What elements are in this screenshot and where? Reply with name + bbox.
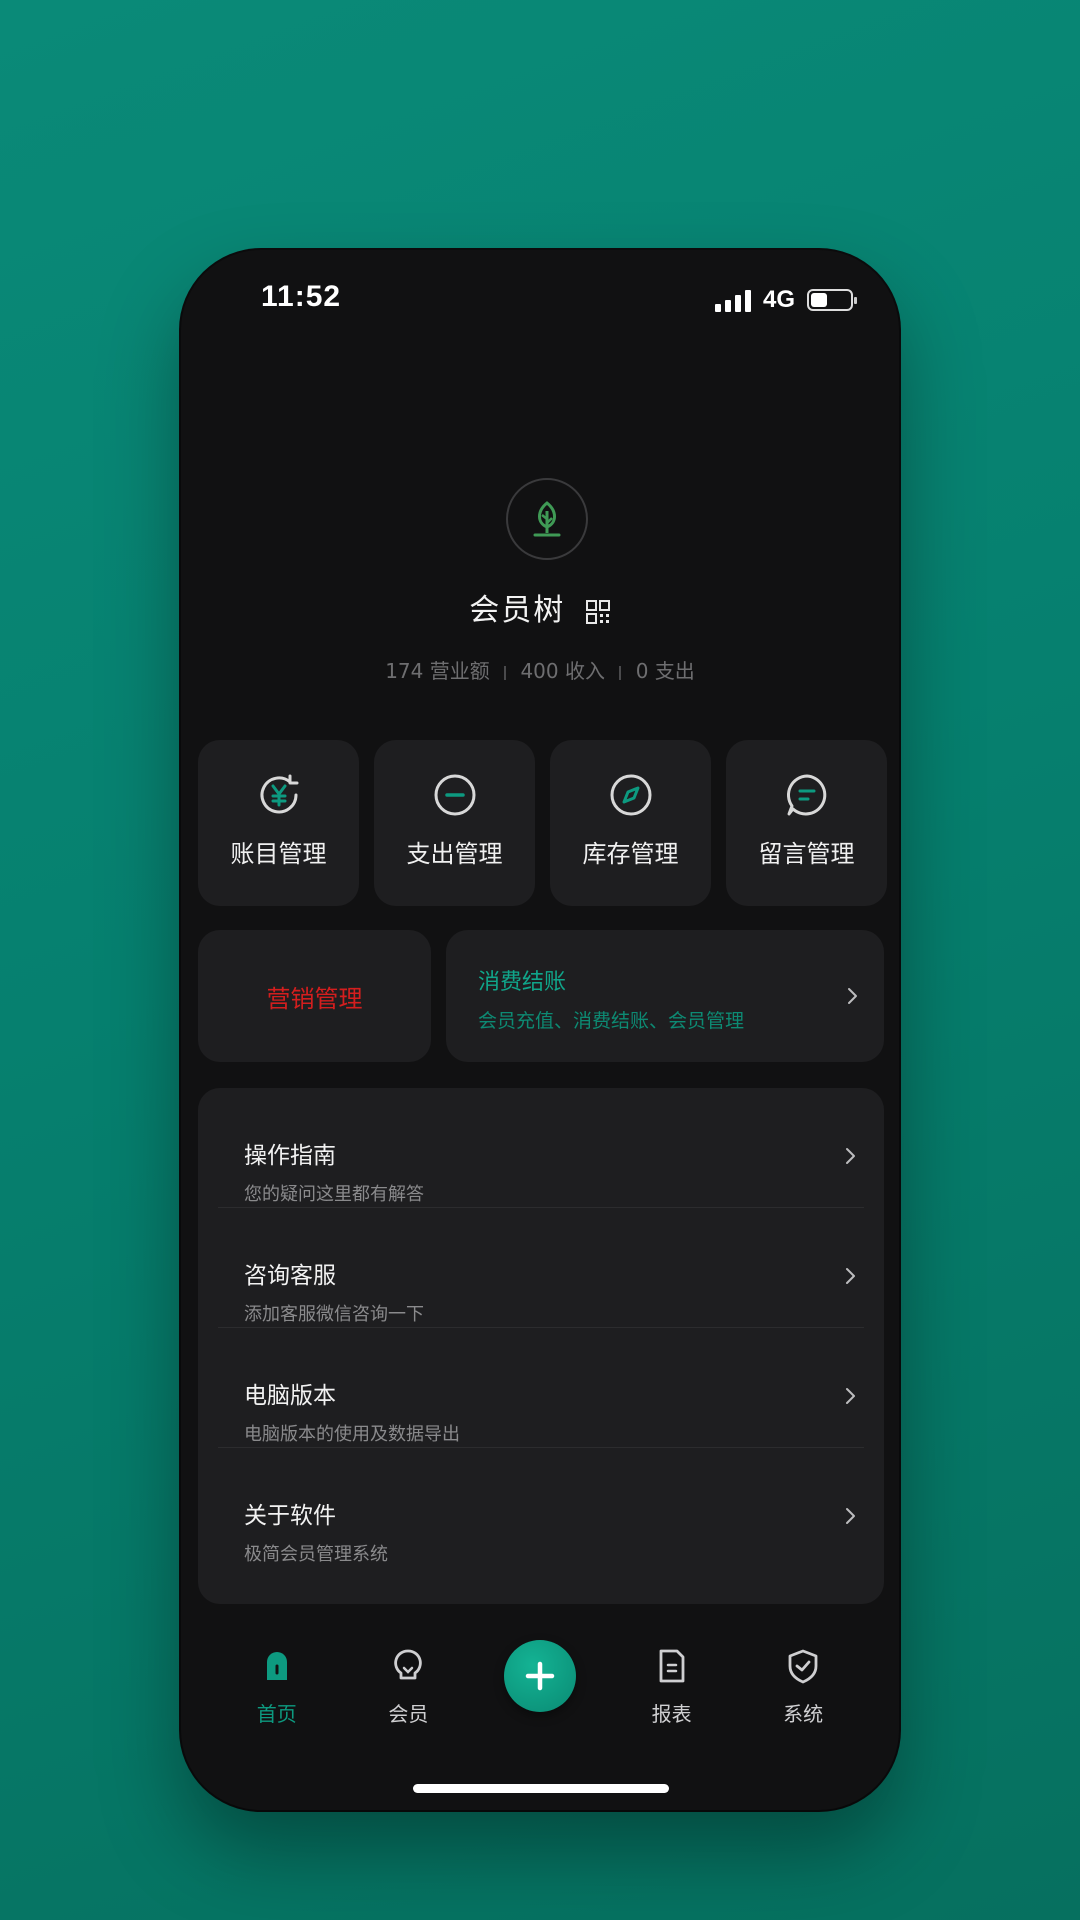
- battery-icon: [807, 289, 857, 311]
- tab-label: 系统: [783, 1702, 824, 1726]
- status-indicators: 4G: [714, 286, 857, 314]
- stat-revenue-value: 174: [385, 659, 424, 683]
- signal-icon: [714, 288, 751, 312]
- app-logo: [506, 478, 588, 560]
- feature-grid: 账目管理 支出管理 库存管理 留言管理: [198, 740, 887, 906]
- yuan-refresh-icon: [260, 774, 298, 814]
- network-type: 4G: [762, 286, 795, 313]
- minus-circle-icon: [434, 774, 475, 816]
- checkout-title: 消费结账: [478, 970, 567, 995]
- shield-check-icon: [788, 1649, 818, 1684]
- chevron-right-icon: [846, 1388, 855, 1404]
- list-item-subtitle: 电脑版本的使用及数据导出: [244, 1424, 460, 1445]
- stat-expense-label: 支出: [654, 659, 695, 683]
- stat-expense-value: 0: [635, 659, 649, 683]
- list-item-desktop[interactable]: 电脑版本 电脑版本的使用及数据导出: [218, 1328, 864, 1448]
- add-button[interactable]: [503, 1640, 576, 1712]
- document-icon: [659, 1649, 684, 1683]
- chevron-right-icon: [846, 1148, 855, 1164]
- list-item-subtitle: 您的疑问这里都有解答: [244, 1184, 424, 1205]
- stat-income-label: 收入: [565, 659, 605, 683]
- list-item-title: 咨询客服: [244, 1263, 336, 1289]
- divider: [504, 665, 507, 680]
- compass-icon: [610, 774, 651, 816]
- settings-list: 操作指南 您的疑问这里都有解答 咨询客服 添加客服微信咨询一下 电脑版本 电脑版…: [198, 1088, 884, 1604]
- list-item-about[interactable]: 关于软件 极简会员管理系统: [218, 1448, 864, 1568]
- tab-members[interactable]: 会员: [348, 1640, 468, 1727]
- tile-expenses[interactable]: 支出管理: [374, 740, 535, 906]
- bulb-icon: [394, 1649, 423, 1680]
- chat-bubble-icon: [786, 774, 826, 816]
- plus-icon: [525, 1661, 555, 1691]
- tab-label: 首页: [256, 1702, 297, 1726]
- chevron-right-icon: [848, 988, 857, 1004]
- marketing-button[interactable]: 营销管理: [198, 930, 431, 1062]
- tab-home[interactable]: 首页: [217, 1640, 337, 1727]
- stat-revenue-label: 营业额: [429, 659, 490, 683]
- tile-label: 账目管理: [230, 840, 327, 868]
- checkout-card[interactable]: 消费结账 会员充值、消费结账、会员管理: [446, 930, 884, 1062]
- tile-label: 留言管理: [758, 840, 855, 868]
- stats-row: 174 营业额 400 收入 0 支出: [181, 655, 899, 684]
- divider: [619, 665, 622, 680]
- chevron-right-icon: [846, 1508, 855, 1524]
- stat-income-value: 400: [520, 659, 559, 683]
- tile-inventory[interactable]: 库存管理: [550, 740, 711, 906]
- qr-code-icon[interactable]: [585, 599, 611, 625]
- checkout-subtitle: 会员充值、消费结账、会员管理: [478, 1010, 745, 1032]
- list-item-subtitle: 极简会员管理系统: [244, 1544, 388, 1565]
- list-item-guide[interactable]: 操作指南 您的疑问这里都有解答: [218, 1088, 864, 1208]
- action-row: 营销管理 消费结账 会员充值、消费结账、会员管理: [198, 930, 884, 1062]
- tile-messages[interactable]: 留言管理: [726, 740, 887, 906]
- list-item-support[interactable]: 咨询客服 添加客服微信咨询一下: [218, 1208, 864, 1328]
- tab-label: 报表: [651, 1702, 692, 1726]
- tile-accounts[interactable]: 账目管理: [198, 740, 359, 906]
- tile-label: 支出管理: [406, 840, 503, 868]
- list-item-title: 操作指南: [244, 1143, 336, 1169]
- tab-system[interactable]: 系统: [743, 1640, 863, 1727]
- phone-screen: 11:52 4G 会员树 174 营业额 400 收入 0 支出 账目管理 支出…: [181, 250, 899, 1810]
- chevron-right-icon: [846, 1268, 855, 1284]
- status-time: 11:52: [261, 280, 342, 313]
- list-item-title: 关于软件: [244, 1503, 336, 1529]
- home-indicator[interactable]: [413, 1784, 669, 1793]
- tab-add[interactable]: [480, 1640, 600, 1712]
- app-title-row[interactable]: 会员树: [181, 585, 899, 629]
- tab-reports[interactable]: 报表: [612, 1640, 732, 1727]
- bottom-tab-bar: 首页 会员 报表 系统: [181, 1640, 899, 1740]
- app-title: 会员树: [469, 593, 566, 628]
- home-icon: [266, 1652, 287, 1680]
- list-item-subtitle: 添加客服微信咨询一下: [244, 1304, 424, 1325]
- tree-icon: [533, 501, 561, 537]
- tile-label: 库存管理: [582, 840, 679, 868]
- list-item-title: 电脑版本: [244, 1383, 336, 1409]
- tab-label: 会员: [388, 1702, 429, 1726]
